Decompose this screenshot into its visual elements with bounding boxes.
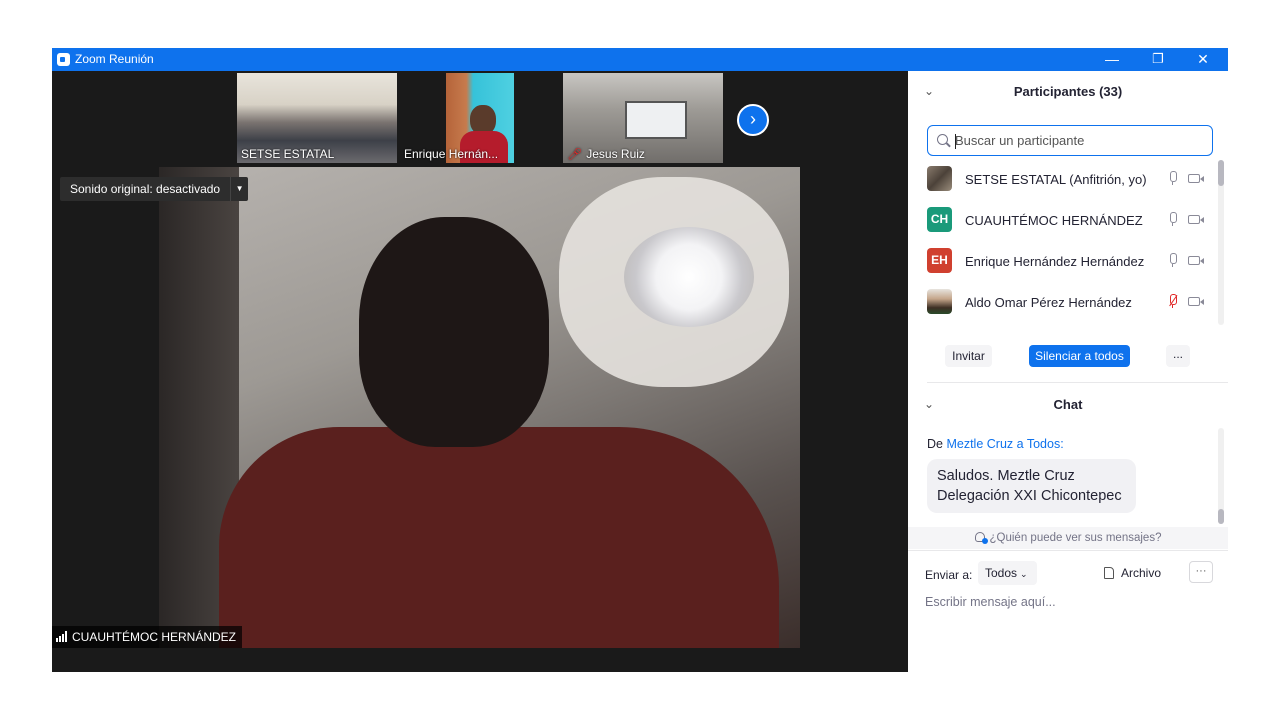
chat-scrollbar[interactable] xyxy=(1218,428,1224,524)
minimize-button[interactable]: — xyxy=(1089,48,1135,71)
chat-message-line: Delegación XXI Chicontepec xyxy=(937,488,1122,504)
chat-recipient[interactable]: Todos: xyxy=(1027,437,1064,451)
participants-title: Participantes (33) xyxy=(1013,84,1123,99)
who-can-see-text: ¿Quién puede ver sus mensajes? xyxy=(989,532,1162,544)
avatar: CH xyxy=(927,207,952,232)
participant-row[interactable]: EH Enrique Hernández Hernández xyxy=(908,242,1220,283)
mic-muted-icon: 🎤︎ xyxy=(567,147,583,161)
scrollbar-thumb[interactable] xyxy=(1218,160,1224,186)
who-can-see-link[interactable]: ¿Quién puede ver sus mensajes? xyxy=(908,527,1228,549)
video-camera-icon[interactable] xyxy=(1188,215,1204,224)
next-page-button[interactable]: › xyxy=(737,104,769,136)
chat-header: ⌄ Chat xyxy=(908,384,1228,424)
speaker-body xyxy=(219,427,779,648)
active-speaker-video xyxy=(159,167,800,648)
participant-name: Enrique Hernández Hernández xyxy=(965,254,1145,269)
chat-title: Chat xyxy=(1053,397,1083,412)
file-icon xyxy=(1104,567,1114,579)
video-camera-icon[interactable] xyxy=(1188,256,1204,265)
send-to-label: Enviar a: xyxy=(925,568,973,582)
video-thumbnail[interactable]: SETSE ESTATAL xyxy=(237,73,397,163)
ceiling-light xyxy=(624,227,754,327)
speaker-name: CUAUHTÉMOC HERNÁNDEZ xyxy=(72,630,237,644)
title-bar: Zoom Reunión — ❐ ✕ xyxy=(52,48,1228,71)
video-camera-icon[interactable] xyxy=(1188,297,1204,306)
video-camera-icon[interactable] xyxy=(1188,174,1204,183)
search-placeholder: Buscar un participante xyxy=(955,133,1085,148)
divider xyxy=(927,382,1228,383)
participant-name: SETSE ESTATAL (Anfitrión, yo) xyxy=(965,172,1147,187)
invite-button[interactable]: Invitar xyxy=(945,345,992,367)
original-sound-toggle[interactable]: Sonido original: desactivado ▼ xyxy=(60,177,249,201)
chevron-down-icon[interactable]: ▼ xyxy=(230,177,248,201)
chat-message-line: Saludos. Meztle Cruz xyxy=(937,468,1075,484)
chevron-down-icon[interactable]: ⌄ xyxy=(924,84,934,98)
participant-list: SETSE ESTATAL (Anfitrión, yo) CH CUAUHTÉ… xyxy=(908,160,1220,325)
microphone-icon[interactable] xyxy=(1168,171,1177,185)
chevron-down-icon: ⌄ xyxy=(1020,569,1028,579)
file-button[interactable]: Archivo xyxy=(1104,566,1161,580)
restore-button[interactable]: ❐ xyxy=(1135,48,1181,71)
thumbnail-name-row: 🎤︎ Jesus Ruiz xyxy=(567,147,645,161)
participants-header: ⌄ Participantes (33) xyxy=(908,71,1228,111)
divider xyxy=(908,550,1228,551)
window-in-video xyxy=(625,101,687,139)
original-sound-label: Sonido original: desactivado xyxy=(70,182,221,196)
active-speaker-label: CUAUHTÉMOC HERNÁNDEZ xyxy=(52,626,243,648)
video-thumbnail[interactable]: 🎤︎ Jesus Ruiz xyxy=(563,73,723,163)
chat-more-button[interactable]: ··· xyxy=(1189,561,1213,583)
close-button[interactable]: ✕ xyxy=(1180,48,1226,71)
chat-message-bubble: Saludos. Meztle Cruz Delegación XXI Chic… xyxy=(927,459,1136,513)
send-to-value: Todos xyxy=(985,566,1018,580)
text-cursor xyxy=(955,134,956,149)
signal-strength-icon xyxy=(56,631,68,642)
chat-message-header: De Meztle Cruz a Todos: xyxy=(927,437,1064,451)
zoom-window: Zoom Reunión — ❐ ✕ SETSE ESTATAL Enrique… xyxy=(52,48,1228,672)
participant-list-scrollbar[interactable] xyxy=(1218,160,1224,325)
chat-connector: a xyxy=(1016,437,1024,451)
microphone-icon[interactable] xyxy=(1168,253,1177,267)
participant-row[interactable]: Aldo Omar Pérez Hernández xyxy=(908,283,1220,324)
participant-name: Aldo Omar Pérez Hernández xyxy=(965,295,1132,310)
avatar xyxy=(927,166,952,191)
thumbnail-name: SETSE ESTATAL xyxy=(241,147,335,161)
participant-row[interactable]: SETSE ESTATAL (Anfitrión, yo) xyxy=(908,160,1220,201)
chat-sender[interactable]: Meztle Cruz xyxy=(946,437,1013,451)
avatar: EH xyxy=(927,248,952,273)
chat-message-input[interactable]: Escribir mensaje aquí... xyxy=(925,595,1215,617)
file-label: Archivo xyxy=(1121,566,1162,580)
search-icon xyxy=(937,134,948,145)
person-icon xyxy=(974,532,988,544)
participant-name: CUAUHTÉMOC HERNÁNDEZ xyxy=(965,213,1143,228)
participant-row[interactable]: CH CUAUHTÉMOC HERNÁNDEZ xyxy=(908,201,1220,242)
scrollbar-thumb[interactable] xyxy=(1218,509,1224,524)
speaker-head xyxy=(359,217,549,447)
participant-search-input[interactable]: Buscar un participante xyxy=(927,125,1213,156)
microphone-muted-icon[interactable] xyxy=(1168,294,1178,308)
chevron-down-icon[interactable]: ⌄ xyxy=(924,397,934,411)
window-title: Zoom Reunión xyxy=(75,52,154,66)
send-to-select[interactable]: Todos ⌄ xyxy=(978,561,1037,585)
video-area: SETSE ESTATAL Enrique Hernán... 🎤︎ Jesus … xyxy=(52,71,908,672)
thumbnail-name: Jesus Ruiz xyxy=(586,147,645,161)
zoom-app-icon xyxy=(57,53,70,66)
chat-from-prefix: De xyxy=(927,437,943,451)
mute-all-button[interactable]: Silenciar a todos xyxy=(1029,345,1130,367)
avatar xyxy=(927,289,952,314)
microphone-icon[interactable] xyxy=(1168,212,1177,226)
side-panel: ⌄ Participantes (33) Buscar un participa… xyxy=(908,71,1228,672)
participants-more-button[interactable]: ... xyxy=(1166,345,1190,367)
thumbnail-name: Enrique Hernán... xyxy=(404,147,499,161)
